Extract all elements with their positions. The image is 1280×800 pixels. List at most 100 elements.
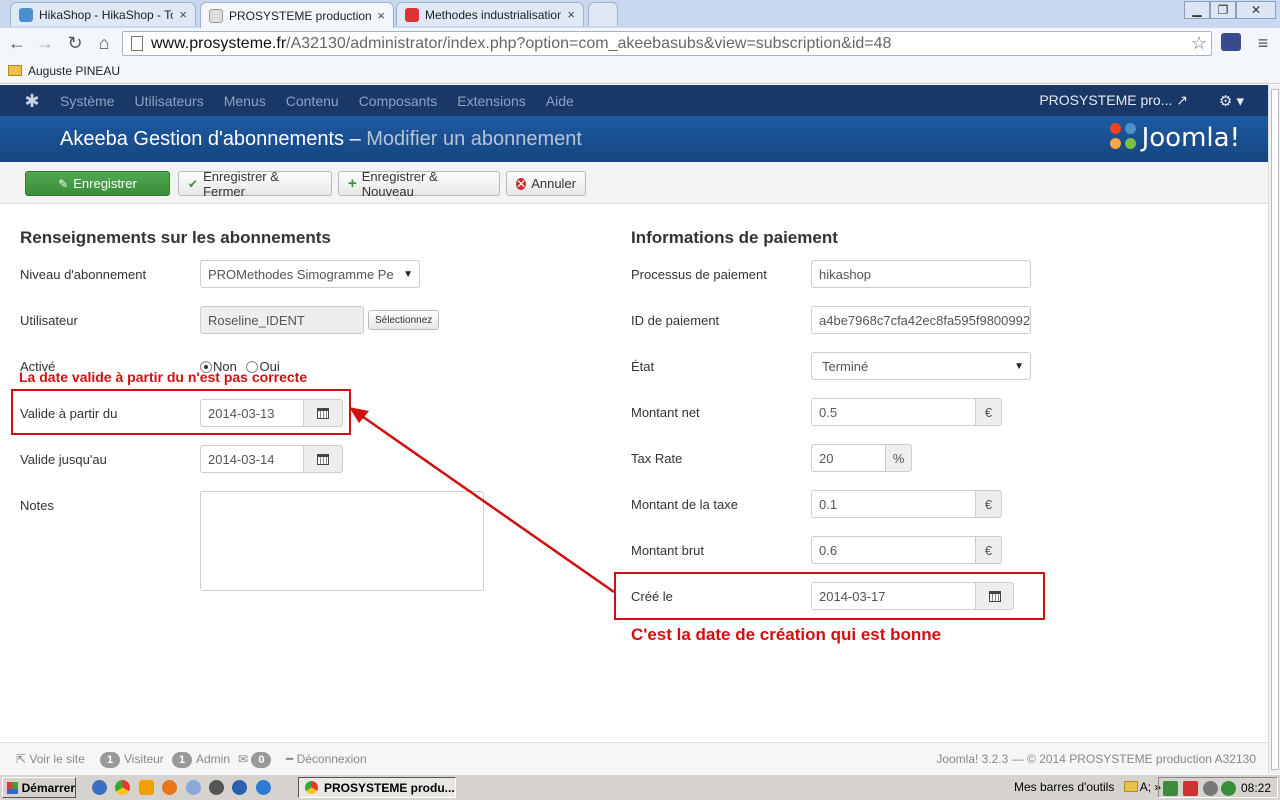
valid-from-calendar-button[interactable] <box>303 399 343 427</box>
page-scrollbar[interactable] <box>1268 85 1280 774</box>
joomla-brand-text: Joomla! <box>1141 123 1240 153</box>
tray-volume-icon[interactable] <box>1203 781 1218 796</box>
subscription-section-heading: Renseignements sur les abonnements <box>20 228 331 247</box>
payment-id-input[interactable]: a4be7968c7cfa42ec8fa595f9800992 <box>811 306 1031 334</box>
state-select[interactable]: Terminé ▼ <box>811 352 1031 380</box>
user-field[interactable]: Roseline_IDENT <box>200 306 364 334</box>
notes-textarea[interactable] <box>200 491 484 591</box>
back-arrow-icon[interactable]: ← <box>6 32 28 54</box>
menu-help[interactable]: Aide <box>546 93 574 109</box>
percent-addon: % <box>885 444 912 472</box>
joomla-logo-icon[interactable]: ✱ <box>22 91 42 111</box>
address-bar[interactable]: www.prosysteme.fr/A32130/administrator/i… <box>122 31 1212 56</box>
tray-network-icon[interactable] <box>1163 781 1178 796</box>
scrollbar-thumb[interactable] <box>1271 89 1279 770</box>
tab-prosysteme[interactable]: PROSYSTEME production A × <box>200 2 394 28</box>
minus-icon: ━ <box>286 752 297 766</box>
quicklaunch-ie-icon[interactable] <box>92 780 107 795</box>
extension-icon[interactable] <box>1221 33 1241 51</box>
folder-icon <box>8 65 22 76</box>
close-tab-icon[interactable]: × <box>377 8 385 23</box>
tab-title: HikaShop - HikaShop - Topic <box>39 7 173 22</box>
chevron-down-icon: ▼ <box>1014 361 1024 372</box>
calendar-icon <box>317 407 329 419</box>
menu-extensions[interactable]: Extensions <box>457 93 525 109</box>
action-toolbar: ✎ Enregistrer ✔ Enregistrer & Fermer + Enre… <box>0 162 1268 204</box>
tax-rate-label: Tax Rate <box>631 451 683 466</box>
visitors-label: Visiteur <box>124 752 164 766</box>
select-user-button[interactable]: Sélectionnez <box>368 310 440 330</box>
plus-icon: + <box>348 175 357 192</box>
net-amount-input[interactable]: 0.5 <box>811 398 976 426</box>
quicklaunch-firefox-icon[interactable] <box>162 780 177 795</box>
restore-window-button[interactable]: ❐ <box>1210 1 1236 19</box>
processor-input[interactable]: hikashop <box>811 260 1031 288</box>
close-window-button[interactable]: ✕ <box>1236 1 1276 19</box>
save-close-label: Enregistrer & Fermer <box>203 168 279 199</box>
save-button[interactable]: ✎ Enregistrer <box>25 171 170 196</box>
quicklaunch-settings-icon[interactable] <box>209 780 224 795</box>
quicklaunch-chrome-icon[interactable] <box>115 780 130 795</box>
site-name: PROSYSTEME pro... <box>1039 92 1173 108</box>
folder-label: A; <box>1139 780 1152 794</box>
new-tab-button[interactable] <box>588 2 618 26</box>
cancel-button[interactable]: ✕ Annuler <box>506 171 586 196</box>
edit-form: Renseignements sur les abonnements Nivea… <box>0 205 1268 742</box>
bookmark-star-icon[interactable]: ☆ <box>1191 33 1207 54</box>
tray-security-icon[interactable] <box>1221 781 1236 796</box>
payment-section-heading: Informations de paiement <box>631 228 838 247</box>
valid-to-input[interactable]: 2014-03-14 <box>200 445 304 473</box>
created-input[interactable]: 2014-03-17 <box>811 582 976 610</box>
tax-rate-input[interactable]: 20 <box>811 444 886 472</box>
tab-title: PROSYSTEME production A <box>229 8 372 23</box>
home-icon[interactable]: ⌂ <box>93 32 115 54</box>
menu-components[interactable]: Composants <box>359 93 438 109</box>
user-settings-gear-icon[interactable]: ⚙ ▾ <box>1219 92 1244 110</box>
page-icon <box>131 36 143 51</box>
state-selected-value: Terminé <box>822 358 869 374</box>
browser-menu-icon[interactable]: ≡ <box>1252 32 1274 54</box>
page-favicon-icon <box>209 8 223 23</box>
tab-title: Methodes industrialisation, Ar <box>425 7 562 22</box>
level-select[interactable]: PROMethodes Simogramme Pe ▼ <box>200 260 420 288</box>
state-label: État <box>631 359 655 374</box>
quicklaunch-outlook-icon[interactable] <box>139 780 154 795</box>
menu-system[interactable]: Système <box>60 93 114 109</box>
minimize-window-button[interactable]: ▁ <box>1184 1 1210 19</box>
document-favicon-icon <box>405 7 419 22</box>
quicklaunch-app-icon[interactable] <box>186 780 201 795</box>
reload-icon[interactable]: ↻ <box>64 32 86 54</box>
toolbars-menu[interactable]: Mes barres d'outils A; » <box>1014 780 1161 794</box>
external-link-icon: ↗ <box>1176 92 1188 108</box>
browser-tab-strip: HikaShop - HikaShop - Topic × PROSYSTEME… <box>0 0 1280 28</box>
page-header: Akeeba Gestion d'abonnements – Modifier … <box>0 116 1268 162</box>
valid-from-input[interactable]: 2014-03-13 <box>200 399 304 427</box>
close-tab-icon[interactable]: × <box>179 7 187 22</box>
joomla-brand-logo: Joomla! <box>1109 123 1240 153</box>
menu-menus[interactable]: Menus <box>224 93 266 109</box>
forward-arrow-icon[interactable]: → <box>34 32 56 54</box>
save-close-button[interactable]: ✔ Enregistrer & Fermer <box>178 168 332 199</box>
tray-alert-icon[interactable] <box>1183 781 1198 796</box>
bookmark-folder[interactable]: Auguste PINEAU <box>28 64 120 78</box>
save-new-button[interactable]: + Enregistrer & Nouveau <box>338 169 500 199</box>
start-button[interactable]: Démarrer <box>2 777 76 798</box>
valid-to-calendar-button[interactable] <box>303 445 343 473</box>
close-tab-icon[interactable]: × <box>567 7 575 22</box>
tab-hikashop[interactable]: HikaShop - HikaShop - Topic × <box>10 2 196 26</box>
taskbar-item-prosysteme[interactable]: PROSYSTEME produ... <box>298 777 456 798</box>
menu-users[interactable]: Utilisateurs <box>134 93 203 109</box>
quicklaunch-ie2-icon[interactable] <box>256 780 271 795</box>
messages-status[interactable]: ✉ 0 <box>238 752 275 768</box>
site-link[interactable]: PROSYSTEME pro... ↗ <box>1039 92 1188 109</box>
tab-methodes[interactable]: Methodes industrialisation, Ar × <box>396 2 584 26</box>
level-label: Niveau d'abonnement <box>20 267 147 282</box>
menu-content[interactable]: Contenu <box>286 93 339 109</box>
quicklaunch-media-icon[interactable] <box>232 780 247 795</box>
created-calendar-button[interactable] <box>975 582 1014 610</box>
view-site-link[interactable]: ⇱ Voir le site <box>16 752 85 766</box>
gross-amount-label: Montant brut <box>631 543 704 558</box>
gross-amount-input[interactable]: 0.6 <box>811 536 976 564</box>
logout-link[interactable]: ━ Déconnexion <box>286 752 367 766</box>
tax-amount-input[interactable]: 0.1 <box>811 490 976 518</box>
